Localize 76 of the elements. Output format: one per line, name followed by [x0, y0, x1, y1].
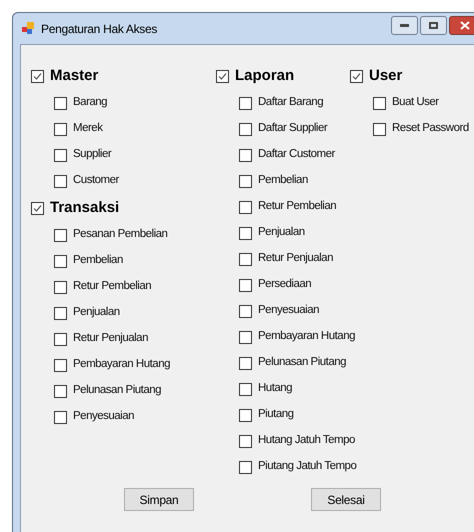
checkbox-label[interactable]: Hutang Jatuh Tempo [258, 432, 355, 450]
checkbox[interactable] [239, 408, 252, 422]
form-button[interactable]: Selesai [311, 488, 381, 511]
checkbox[interactable] [239, 304, 252, 318]
checkbox-label[interactable]: Piutang Jatuh Tempo [258, 458, 356, 476]
checkbox-label[interactable]: Penjualan [258, 224, 305, 242]
checkbox[interactable] [239, 122, 252, 136]
checkbox-label[interactable]: Retur Penjualan [258, 250, 333, 268]
checkbox-label[interactable]: Piutang [258, 406, 294, 424]
checkbox[interactable] [31, 70, 44, 82]
close-button[interactable] [449, 16, 474, 35]
group-label[interactable]: User [369, 64, 402, 88]
group-label[interactable]: Master [50, 64, 98, 88]
checkbox-label[interactable]: Pembayaran Hutang [258, 328, 355, 346]
checkbox-label[interactable]: Pelunasan Piutang [73, 382, 162, 400]
checkbox[interactable] [239, 148, 252, 162]
checkbox[interactable] [54, 384, 67, 398]
group-label[interactable]: Transaksi [50, 196, 120, 220]
group-label[interactable]: Laporan [235, 64, 294, 88]
checkbox[interactable] [373, 96, 386, 110]
checkbox-label[interactable]: Supplier [73, 146, 112, 164]
checkbox[interactable] [54, 280, 67, 294]
app-icon [22, 22, 35, 35]
checkbox[interactable] [54, 358, 67, 372]
checkbox-label[interactable]: Retur Penjualan [73, 330, 148, 348]
checkbox[interactable] [216, 70, 229, 82]
checkbox-label[interactable]: Retur Pembelian [73, 278, 152, 296]
checkbox[interactable] [239, 252, 252, 266]
checkbox[interactable] [54, 174, 67, 188]
checkbox[interactable] [54, 122, 67, 136]
checkbox[interactable] [54, 306, 67, 320]
checkbox-label[interactable]: Penyesuaian [258, 302, 319, 320]
checkbox[interactable] [239, 278, 252, 292]
checkbox[interactable] [239, 96, 252, 110]
restore-button[interactable] [420, 16, 447, 35]
checkbox-label[interactable]: Reset Password [392, 120, 469, 138]
checkbox[interactable] [239, 226, 252, 240]
checkbox-label[interactable]: Hutang [258, 380, 292, 398]
checkbox-label[interactable]: Persediaan [258, 276, 312, 294]
checkbox-label[interactable]: Daftar Customer [258, 146, 335, 164]
checkbox-label[interactable]: Barang [73, 94, 108, 112]
checkbox[interactable] [239, 200, 252, 214]
checkbox[interactable] [54, 228, 67, 242]
checkbox[interactable] [239, 382, 252, 396]
checkbox-label[interactable]: Pembelian [258, 172, 308, 190]
checkbox-label[interactable]: Daftar Barang [258, 94, 324, 112]
checkbox[interactable] [350, 70, 363, 82]
checkbox[interactable] [54, 254, 67, 268]
checkbox-label[interactable]: Buat User [392, 94, 439, 112]
form-button[interactable]: Simpan [124, 488, 194, 511]
checkbox[interactable] [373, 122, 386, 136]
window-title: Pengaturan Hak Akses [41, 20, 158, 38]
checkbox-label[interactable]: Pembelian [73, 252, 123, 270]
checkbox-label[interactable]: Pembayaran Hutang [73, 356, 170, 374]
checkbox-label[interactable]: Daftar Supplier [258, 120, 328, 138]
checkbox[interactable] [54, 410, 67, 424]
checkbox-label[interactable]: Penjualan [73, 304, 120, 322]
checkbox[interactable] [239, 460, 252, 474]
minimize-icon [400, 24, 409, 27]
close-icon [460, 21, 470, 30]
checkbox-label[interactable]: Retur Pembelian [258, 198, 336, 216]
checkbox[interactable] [239, 434, 252, 448]
checkbox[interactable] [239, 330, 252, 344]
checkbox-label[interactable]: Merek [73, 120, 102, 138]
minimize-button[interactable] [391, 16, 418, 35]
checkbox-label[interactable]: Penyesuaian [73, 408, 134, 426]
checkbox-label[interactable]: Pesanan Pembelian [73, 226, 168, 244]
checkbox-label[interactable]: Customer [73, 172, 119, 190]
checkbox[interactable] [54, 332, 67, 346]
checkbox[interactable] [31, 202, 44, 214]
checkbox[interactable] [239, 174, 252, 188]
checkbox-label[interactable]: Pelunasan Piutang [258, 354, 346, 372]
checkbox[interactable] [54, 96, 67, 110]
checkbox[interactable] [54, 148, 67, 162]
checkbox[interactable] [239, 356, 252, 370]
restore-icon [429, 22, 438, 29]
